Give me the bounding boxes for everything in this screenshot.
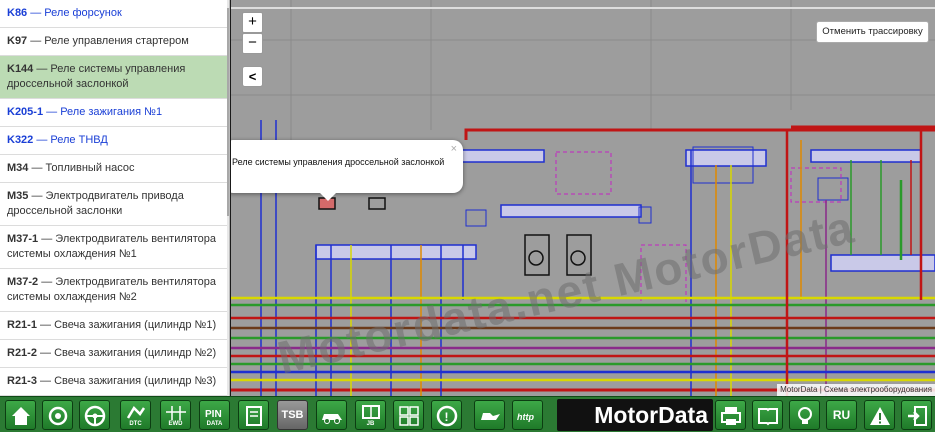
component-code: M37-2 xyxy=(7,276,39,288)
component-name: — Топливный насос xyxy=(28,162,135,174)
list-item[interactable]: M37-2 — Электродвигатель вентилятора сис… xyxy=(0,269,229,312)
component-name: — Реле управления стартером xyxy=(27,35,189,47)
component-name: — Реле зажигания №1 xyxy=(43,106,163,118)
component-name: — Свеча зажигания (цилиндр №1) xyxy=(36,319,217,331)
popup-pointer xyxy=(320,193,336,201)
print-button[interactable] xyxy=(715,400,746,430)
dtc-label: DTC xyxy=(129,421,142,427)
language-button[interactable]: RU xyxy=(826,400,857,430)
component-name: — Свеча зажигания (цилиндр №2) xyxy=(36,347,217,359)
component-code: R21-1 xyxy=(7,319,37,331)
web-button[interactable]: http xyxy=(512,400,543,430)
component-name: — Электродвигатель вентилятора системы о… xyxy=(7,233,217,260)
zoom-in-button[interactable]: + xyxy=(242,12,263,33)
svg-text:!: ! xyxy=(445,410,449,424)
list-item[interactable]: R21-3 — Свеча зажигания (цилиндр №3) xyxy=(0,368,229,396)
list-item[interactable]: K205-1 — Реле зажигания №1 xyxy=(0,99,229,127)
tsb-label: TSB xyxy=(281,409,304,421)
attribution: MotorData | Схема электрооборудования xyxy=(777,384,935,396)
component-code: K144 xyxy=(7,63,34,75)
dtc-button[interactable]: DTC xyxy=(120,400,151,430)
exit-button[interactable] xyxy=(901,400,932,430)
component-code: M34 xyxy=(7,162,29,174)
component-code: M35 xyxy=(7,190,29,202)
connectors-button[interactable] xyxy=(393,400,424,430)
list-item[interactable]: K97 — Реле управления стартером xyxy=(0,28,229,56)
tips-button[interactable] xyxy=(789,400,820,430)
ewd-label: EWD xyxy=(168,421,183,427)
component-code: R21-3 xyxy=(7,375,37,387)
component-code: K97 xyxy=(7,35,28,47)
body-repair-button[interactable] xyxy=(316,400,347,430)
oil-button[interactable] xyxy=(474,400,505,430)
close-icon[interactable]: × xyxy=(451,143,457,156)
list-item[interactable]: M35 — Электродвигатель привода дроссельн… xyxy=(0,183,229,226)
tsb-button[interactable]: TSB xyxy=(277,400,308,430)
scrollbar-thumb[interactable] xyxy=(227,8,229,216)
motordata-logo: MotorData xyxy=(557,399,713,431)
component-name: — Электродвигатель вентилятора системы о… xyxy=(7,276,217,303)
manual-button[interactable] xyxy=(238,400,269,430)
component-list: K86 — Реле форсунок K97 — Реле управлени… xyxy=(0,0,230,396)
list-item-selected[interactable]: K144 — Реле системы управления дроссельн… xyxy=(0,56,229,99)
component-popup: × Реле системы управления дроссельной за… xyxy=(231,140,463,201)
warning-button[interactable] xyxy=(864,400,895,430)
home-button[interactable] xyxy=(5,400,36,430)
pin-data-label: DATA xyxy=(206,421,223,427)
list-item[interactable]: M37-1 — Электродвигатель вентилятора сис… xyxy=(0,226,229,269)
zoom-out-button[interactable]: − xyxy=(242,33,263,54)
language-label: RU xyxy=(832,408,851,422)
jb-button[interactable]: JB xyxy=(355,400,386,430)
component-name: — Свеча зажигания (цилиндр №3) xyxy=(36,375,217,387)
component-name: — Электродвигатель привода дроссельной з… xyxy=(7,190,184,217)
component-code: K205-1 xyxy=(7,106,44,118)
brakes-button[interactable]: ! xyxy=(431,400,462,430)
service-button[interactable] xyxy=(42,400,73,430)
svg-text:http: http xyxy=(517,412,534,422)
component-code: R21-2 xyxy=(7,347,37,359)
component-name: — Реле системы управления дроссельной за… xyxy=(7,63,186,90)
component-name: — Реле ТНВД xyxy=(33,134,108,146)
app-window: K86 — Реле форсунок K97 — Реле управлени… xyxy=(0,0,935,432)
svg-text:PIN: PIN xyxy=(205,409,222,420)
list-item[interactable]: K86 — Реле форсунок xyxy=(0,0,229,28)
pin-data-button[interactable]: PIN DATA xyxy=(199,400,230,430)
list-item[interactable]: R21-2 — Свеча зажигания (цилиндр №2) xyxy=(0,340,229,368)
steering-button[interactable] xyxy=(79,400,110,430)
component-code: M37-1 xyxy=(7,233,39,245)
collapse-sidebar-button[interactable]: < xyxy=(242,66,263,87)
list-item[interactable]: M34 — Топливный насос xyxy=(0,155,229,183)
component-code: K86 xyxy=(7,7,28,19)
list-item[interactable]: K322 — Реле ТНВД xyxy=(0,127,229,155)
sidebar-scrollbar[interactable] xyxy=(227,0,229,396)
cancel-trace-button[interactable]: Отменить трассировку xyxy=(816,21,929,43)
wiring-diagram-viewer[interactable]: Motordata.net MotorData + − < Отменить т… xyxy=(231,0,935,396)
component-code: K322 xyxy=(7,134,34,146)
list-item[interactable]: R21-1 — Свеча зажигания (цилиндр №1) xyxy=(0,312,229,340)
ewd-button[interactable]: EWD xyxy=(160,400,191,430)
book-button[interactable] xyxy=(752,400,783,430)
component-name: — Реле форсунок xyxy=(27,7,122,19)
popup-text: Реле системы управления дроссельной засл… xyxy=(232,157,445,167)
bottom-toolbar: DTC EWD PIN DATA TSB JB ! http MotorData … xyxy=(0,396,935,432)
jb-label: JB xyxy=(366,421,375,427)
